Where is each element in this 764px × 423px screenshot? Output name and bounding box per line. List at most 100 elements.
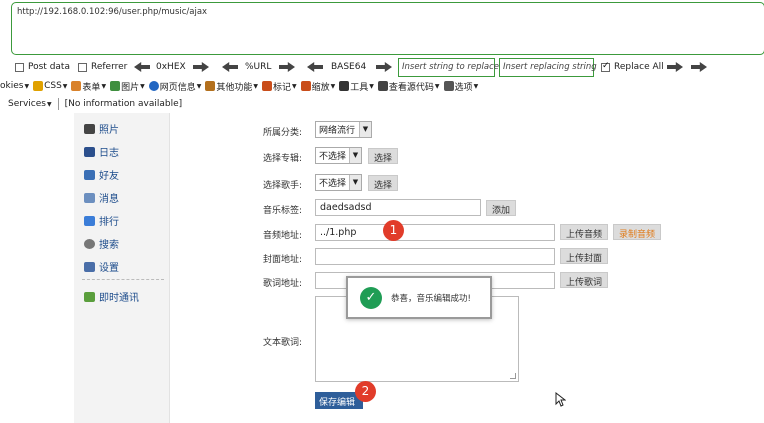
sidebar-item-photos[interactable]: 照片 [84, 121, 119, 136]
mouse-cursor-icon [555, 392, 566, 407]
upload-audio-button[interactable]: 上传音频 [560, 224, 609, 240]
sidebar-item-label: 好友 [99, 171, 119, 182]
lyrics-text-label: 文本歌词: [263, 338, 303, 348]
url-decode-arrow-icon[interactable] [222, 62, 238, 72]
menu-tools[interactable]: 工具 ▼ [339, 80, 374, 93]
ranking-icon [84, 215, 95, 226]
album-value: 不选择 [319, 152, 347, 162]
hex-decode-arrow-icon[interactable] [134, 62, 150, 72]
search-icon [84, 238, 95, 249]
menu-view-source-label: 查看源代码 [388, 82, 434, 93]
url-encode-arrow-icon[interactable] [279, 62, 295, 72]
referrer-toggle[interactable]: Referrer [78, 62, 127, 72]
album-select[interactable]: 不选择 ▼ [315, 147, 362, 164]
tag-input[interactable]: daedsadsd [315, 199, 481, 216]
replace-all-toggle[interactable]: Replace All [601, 61, 664, 72]
category-label: 所属分类: [263, 128, 303, 138]
annotation-badge-2: 2 [355, 381, 376, 402]
url-encode-label: %URL [245, 62, 272, 72]
singer-select[interactable]: 不选择 ▼ [315, 174, 362, 191]
album-select-button[interactable]: 选择 [368, 148, 399, 164]
marker-icon [261, 81, 272, 91]
menu-resize-label: 缩放 [311, 82, 330, 93]
post-data-toggle[interactable]: Post data [15, 62, 70, 72]
sidebar-item-ranking[interactable]: 排行 [84, 213, 119, 228]
menu-forms-label: 表单 [82, 82, 101, 93]
services-status: [No information available] [64, 99, 183, 109]
menu-css[interactable]: CSS ▼ [33, 81, 67, 91]
menu-cookies[interactable]: okies ▼ [0, 81, 29, 91]
resize-grip-icon[interactable] [510, 373, 516, 379]
toast-message: 恭喜，音乐编辑成功! [391, 293, 471, 304]
menu-options-label: 选项 [454, 82, 473, 93]
sidebar-item-chat[interactable]: 即时通讯 [84, 289, 139, 304]
menu-outline-label: 标记 [272, 82, 291, 93]
message-icon [84, 192, 95, 203]
sidebar-item-label: 即时通讯 [99, 293, 139, 304]
singer-select-button[interactable]: 选择 [368, 175, 399, 191]
annotation-badge-1: 1 [383, 220, 404, 241]
menu-info[interactable]: 网页信息 ▼ [148, 80, 201, 93]
singer-label: 选择歌手: [263, 181, 303, 191]
hex-label: 0xHEX [156, 62, 186, 72]
services-menu[interactable]: Services▼ [8, 99, 52, 109]
hackbar-url-input[interactable]: http://192.168.0.102:96/user.php/music/a… [11, 2, 764, 55]
tools-icon [339, 81, 350, 91]
cover-url-input[interactable] [315, 248, 555, 265]
upload-cover-button[interactable]: 上传封面 [560, 248, 609, 264]
sidebar-item-label: 搜索 [99, 240, 119, 251]
lyric-url-label: 歌词地址: [263, 279, 303, 289]
sidebar-item-label: 排行 [99, 217, 119, 228]
web-developer-toolbar: okies ▼ CSS ▼ 表单 ▼ 图片 ▼ 网页信息 ▼ 其他功能 ▼ 标记 ▼ 缩放 ▼ … [0, 78, 764, 94]
insert-replace-input[interactable]: Insert string to replace [398, 58, 499, 77]
insert-replacing-input[interactable]: Insert replacing string [499, 58, 597, 77]
menu-misc[interactable]: 其他功能 ▼ [205, 80, 258, 93]
replace-next-arrow-icon[interactable] [691, 62, 707, 72]
album-label: 选择专辑: [263, 154, 303, 164]
services-label: Services [8, 99, 46, 109]
base64-encode-arrow-icon[interactable] [376, 62, 392, 72]
sidebar-item-label: 照片 [99, 125, 119, 136]
sidebar-item-journal[interactable]: 日志 [84, 144, 119, 159]
cover-url-label: 封面地址: [263, 255, 303, 265]
sidebar-item-label: 消息 [99, 194, 119, 205]
resize-icon [300, 81, 311, 91]
menu-images[interactable]: 图片 ▼ [110, 80, 145, 93]
menu-info-label: 网页信息 [159, 82, 196, 93]
sidebar-item-friends[interactable]: 好友 [84, 167, 119, 182]
hackbar-options-row: Post data Referrer 0xHEX %URL BASE64 Ins… [0, 58, 764, 78]
chevron-down-icon: ▼ [349, 148, 361, 163]
success-toast: ✓ 恭喜，音乐编辑成功! [346, 276, 492, 319]
menu-images-label: 图片 [121, 82, 140, 93]
sidebar-item-settings[interactable]: 设置 [84, 259, 119, 274]
menu-outline[interactable]: 标记 ▼ [261, 80, 297, 93]
audio-url-label: 音频地址: [263, 231, 303, 241]
replace-all-checkbox[interactable] [601, 61, 610, 72]
singer-value: 不选择 [319, 179, 347, 189]
base64-label: BASE64 [331, 62, 367, 72]
menu-resize[interactable]: 缩放 ▼ [300, 80, 335, 93]
sidebar-item-messages[interactable]: 消息 [84, 190, 119, 205]
image-icon [110, 81, 121, 91]
add-tag-button[interactable]: 添加 [486, 200, 517, 216]
category-select[interactable]: 网络流行 ▼ [315, 121, 372, 138]
photo-icon [84, 123, 95, 134]
sidebar: 照片 日志 好友 消息 排行 搜索 设置 即时通讯 [74, 113, 170, 423]
hex-encode-arrow-icon[interactable] [193, 62, 209, 72]
menu-forms[interactable]: 表单 ▼ [71, 80, 106, 93]
chevron-down-icon: ▼ [359, 122, 371, 137]
options-icon [443, 81, 454, 91]
menu-options[interactable]: 选项 ▼ [443, 80, 478, 93]
checkmark-icon: ✓ [360, 286, 382, 309]
post-data-checkbox[interactable] [15, 62, 24, 72]
replace-run-arrow-icon[interactable] [667, 62, 683, 72]
audio-url-input[interactable]: ../1.php [315, 224, 555, 241]
friends-icon [84, 169, 95, 180]
menu-view-source[interactable]: 查看源代码 ▼ [377, 80, 440, 93]
record-audio-button[interactable]: 录制音频 [613, 224, 662, 240]
base64-decode-arrow-icon[interactable] [307, 62, 323, 72]
info-icon [148, 81, 159, 91]
upload-lyric-button[interactable]: 上传歌词 [560, 272, 609, 288]
sidebar-item-search[interactable]: 搜索 [84, 236, 119, 251]
referrer-checkbox[interactable] [78, 62, 87, 72]
